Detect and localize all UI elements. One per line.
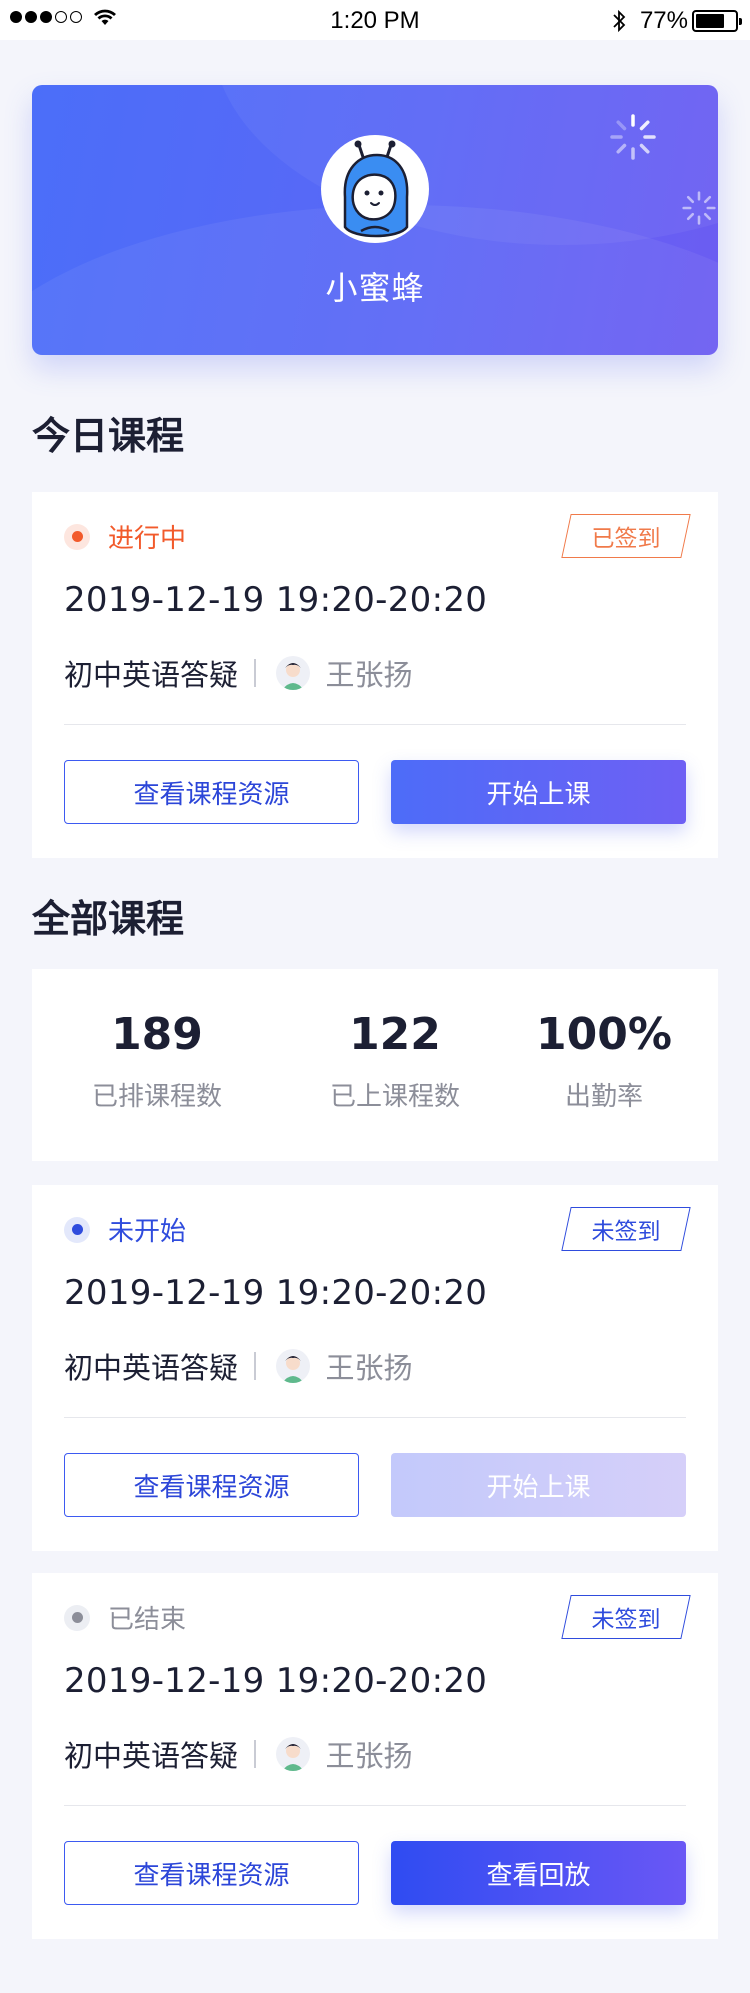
sign-in-badge: 已签到 [561, 514, 691, 558]
teacher-avatar [275, 656, 310, 690]
divider [254, 1352, 256, 1380]
course-status: 未开始 [64, 1211, 186, 1248]
teacher-name: 王张扬 [325, 658, 413, 692]
stat-scheduled: 189 已排课程数 [32, 1009, 282, 1113]
view-replay-button[interactable]: 查看回放 [391, 1841, 686, 1905]
divider [254, 1740, 256, 1768]
bluetooth-icon [613, 9, 626, 33]
course-time: 2019-12-19 19:20-20:20 [64, 580, 488, 620]
stat-label: 出勤率 [564, 1082, 643, 1112]
view-resources-button[interactable]: 查看课程资源 [64, 1453, 359, 1517]
profile-banner: 小蜜蜂 [32, 85, 718, 355]
sign-in-badge: 未签到 [561, 1595, 691, 1639]
course-card: 未开始 未签到 2019-12-19 19:20-20:20 初中英语答疑 王张… [32, 1185, 718, 1551]
bee-mascot-icon [343, 140, 409, 238]
loading-spinner-icon [610, 114, 656, 160]
course-stats: 189 已排课程数 122 已上课程数 100% 出勤率 [32, 969, 718, 1161]
teacher-name: 王张扬 [325, 1351, 413, 1385]
course-time: 2019-12-19 19:20-20:20 [64, 1273, 488, 1313]
stat-value: 189 [111, 1009, 203, 1060]
battery-icon [692, 10, 742, 32]
teacher-avatar-icon [281, 663, 304, 690]
teacher-avatar [275, 1737, 310, 1771]
status-label: 已结束 [108, 1605, 187, 1635]
profile-avatar[interactable] [321, 135, 429, 243]
course-name: 初中英语答疑 [64, 1739, 239, 1773]
all-courses-heading: 全部课程 [32, 897, 185, 941]
status-dot-icon [64, 1604, 90, 1631]
stat-attended: 122 已上课程数 [270, 1009, 520, 1113]
battery-percent: 77% [639, 7, 688, 34]
teacher-avatar [275, 1349, 310, 1383]
today-courses-heading: 今日课程 [32, 414, 185, 458]
status-bar: 1:20 PM 77% [0, 0, 750, 40]
today-course-card: 进行中 已签到 2019-12-19 19:20-20:20 初中英语答疑 王张… [32, 492, 718, 858]
stat-attendance-rate: 100% 出勤率 [519, 1009, 689, 1113]
loading-spinner-small-icon [682, 191, 716, 225]
stat-label: 已上课程数 [329, 1082, 460, 1112]
course-status: 已结束 [64, 1599, 186, 1636]
divider [64, 1805, 686, 1806]
status-label: 未开始 [108, 1217, 187, 1247]
start-class-button-disabled: 开始上课 [391, 1453, 686, 1517]
divider [64, 1417, 686, 1418]
status-dot-icon [64, 523, 90, 550]
stat-label: 已排课程数 [91, 1082, 222, 1112]
status-dot-icon [64, 1216, 90, 1243]
course-info: 初中英语答疑 王张扬 [64, 652, 413, 694]
stat-value: 100% [536, 1009, 672, 1060]
teacher-name: 王张扬 [325, 1739, 413, 1773]
view-resources-button[interactable]: 查看课程资源 [64, 760, 359, 824]
stat-value: 122 [349, 1009, 441, 1060]
teacher-avatar-icon [281, 1744, 304, 1771]
course-info: 初中英语答疑 王张扬 [64, 1733, 413, 1775]
status-label: 进行中 [108, 524, 187, 554]
course-card: 已结束 未签到 2019-12-19 19:20-20:20 初中英语答疑 王张… [32, 1573, 718, 1939]
course-name: 初中英语答疑 [64, 1351, 239, 1385]
start-class-button[interactable]: 开始上课 [391, 760, 686, 824]
course-info: 初中英语答疑 王张扬 [64, 1345, 413, 1387]
divider [64, 724, 686, 725]
course-name: 初中英语答疑 [64, 658, 239, 692]
teacher-avatar-icon [281, 1356, 304, 1383]
profile-name: 小蜜蜂 [325, 269, 425, 307]
divider [254, 659, 256, 687]
view-resources-button[interactable]: 查看课程资源 [64, 1841, 359, 1905]
course-time: 2019-12-19 19:20-20:20 [64, 1661, 488, 1701]
sign-in-badge: 未签到 [561, 1207, 691, 1251]
course-status: 进行中 [64, 518, 186, 555]
